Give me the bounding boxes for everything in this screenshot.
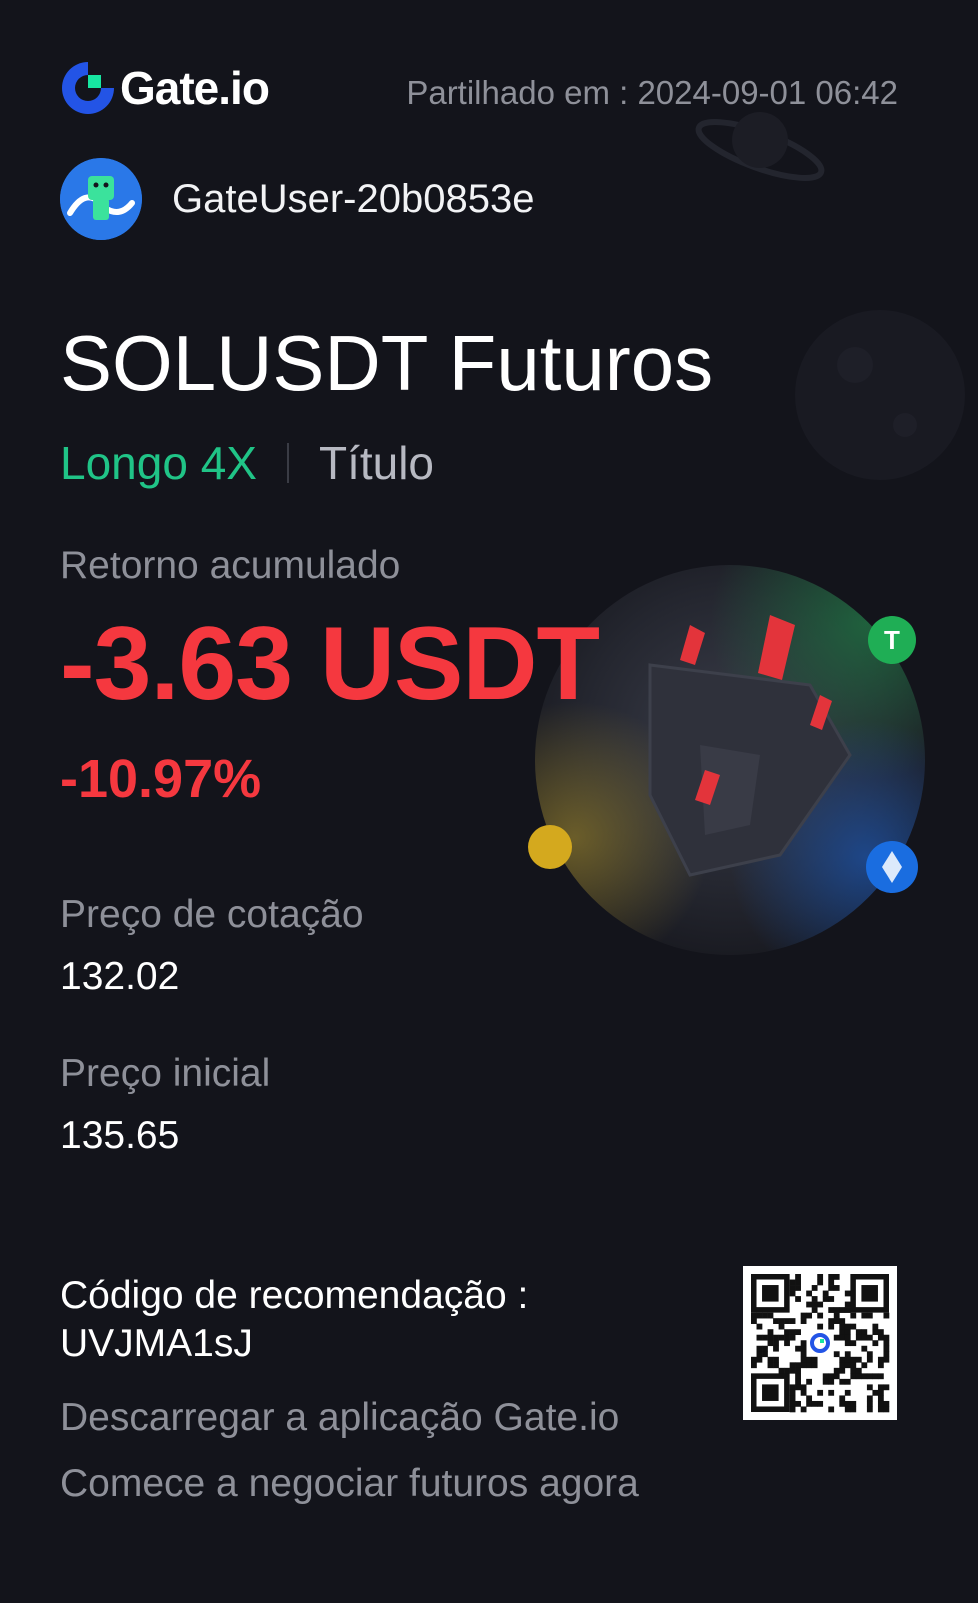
download-app-text: Descarregar a aplicação Gate.io xyxy=(60,1396,620,1439)
svg-text:T: T xyxy=(884,625,900,655)
return-label: Retorno acumulado xyxy=(60,544,401,587)
shared-timestamp: Partilhado em : 2024-09-01 06:42 xyxy=(406,74,898,111)
brand-name: Gate.io xyxy=(120,62,270,114)
quote-price-value: 132.02 xyxy=(60,955,180,998)
start-trading-text: Comece a negociar futuros agora xyxy=(60,1462,639,1505)
background-planets xyxy=(695,112,965,480)
tag-divider xyxy=(286,443,289,483)
direction-leverage: Longo 4X xyxy=(60,437,257,489)
entry-price-value: 135.65 xyxy=(60,1114,180,1157)
qr-code-pattern xyxy=(751,1274,890,1413)
gate-logo-icon xyxy=(62,62,114,114)
referral-label: Código de recomendação : xyxy=(60,1274,529,1317)
return-value: -3.63 USDT xyxy=(60,606,600,722)
contract-title: SOLUSDT Futuros xyxy=(60,319,714,407)
avatar xyxy=(60,158,142,240)
user-row: GateUser-20b0853e xyxy=(60,158,534,240)
entry-price-label: Preço inicial xyxy=(60,1052,271,1095)
avatar-robot-icon xyxy=(60,158,142,240)
margin-mode: Título xyxy=(318,437,435,489)
brand-logo: Gate.io xyxy=(60,58,270,118)
position-tags: Longo 4X Título xyxy=(60,436,434,490)
quote-price-label: Preço de cotação xyxy=(60,893,364,936)
qr-code[interactable] xyxy=(743,1266,897,1420)
return-percent: -10.97% xyxy=(60,749,262,809)
referral-code: UVJMA1sJ xyxy=(60,1322,253,1365)
username: GateUser-20b0853e xyxy=(172,176,535,221)
